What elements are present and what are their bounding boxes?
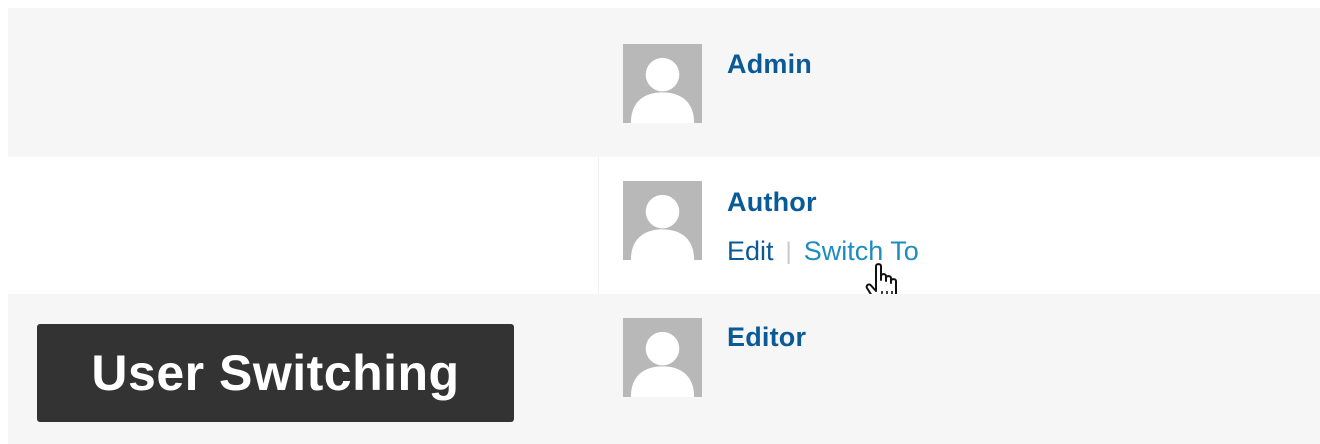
column-divider [598,157,599,294]
user-row-author: Author Edit | Switch To [8,157,1320,304]
default-avatar-icon [623,318,702,397]
title-badge: User Switching [37,324,514,422]
default-avatar-icon [623,181,702,260]
action-separator: | [785,237,792,265]
badge-title: User Switching [91,345,460,401]
username-link-author[interactable]: Author [727,187,817,218]
users-list-screenshot: Admin Author Edit | Switch To Editor Use… [0,0,1320,444]
username-link-editor[interactable]: Editor [727,322,806,353]
user-row-admin: Admin [8,8,1320,157]
username-link-admin[interactable]: Admin [727,49,812,80]
edit-link[interactable]: Edit [727,236,774,267]
default-avatar-icon [623,44,702,123]
